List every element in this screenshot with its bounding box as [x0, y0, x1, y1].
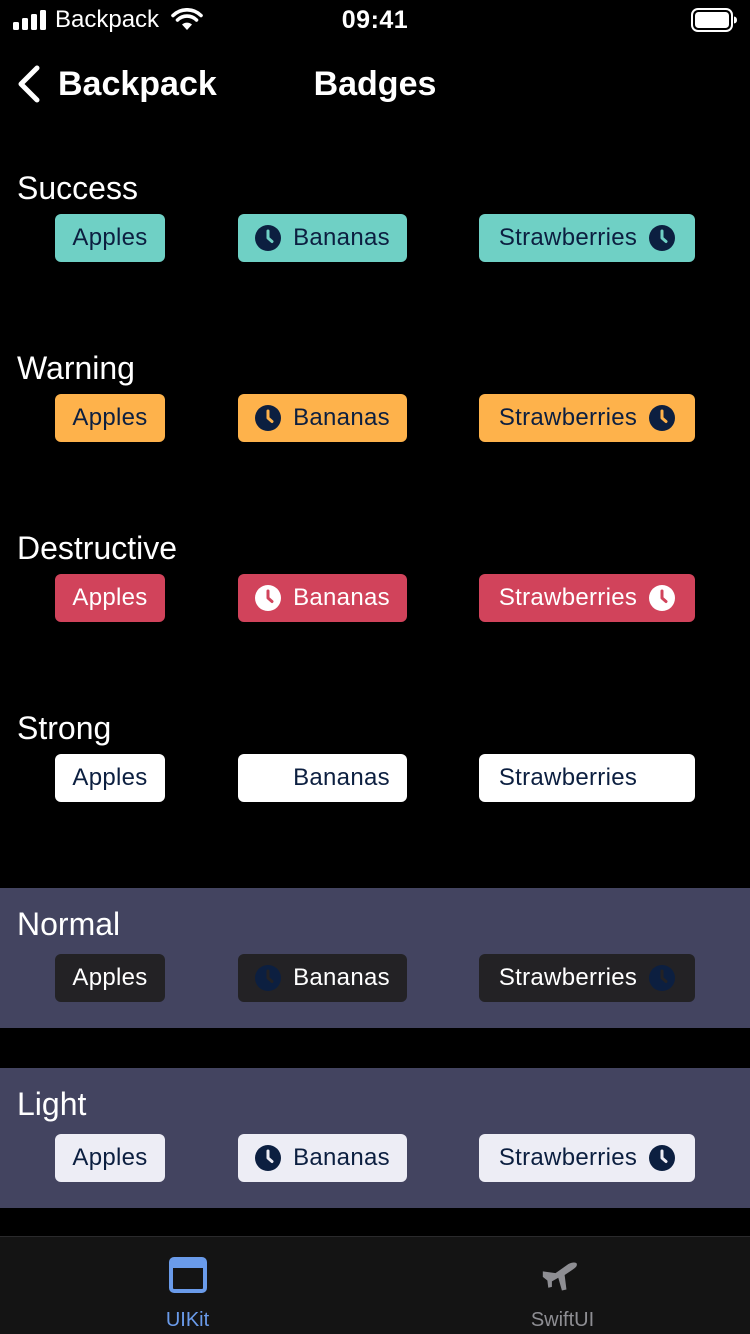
- section-title: Warning: [17, 350, 135, 386]
- badge-label: Apples: [72, 1144, 148, 1171]
- screen: Backpack 09:41 Backpack Badges Success A…: [0, 0, 750, 1334]
- tab-uikit[interactable]: UIKit: [0, 1237, 375, 1334]
- navigation-bar: Backpack Badges: [0, 40, 750, 128]
- badge-light-strawberries[interactable]: Strawberries: [479, 1134, 695, 1182]
- badge-label: Bananas: [293, 1144, 390, 1171]
- section-success: Success Apples Bananas Strawberries: [0, 168, 750, 308]
- badge-label: Bananas: [293, 224, 390, 251]
- clock-icon: [255, 965, 282, 991]
- badge-success-apples[interactable]: Apples: [55, 214, 165, 262]
- badge-warning-apples[interactable]: Apples: [55, 394, 165, 442]
- status-time: 09:41: [341, 6, 409, 34]
- badge-label: Bananas: [293, 964, 390, 991]
- tab-bar: UIKit SwiftUI: [0, 1236, 750, 1334]
- section-strong: Strong Apples Bananas Strawberries: [0, 708, 750, 848]
- badge-label: Apples: [72, 764, 148, 791]
- badge-label: Apples: [72, 584, 148, 611]
- badge-warning-bananas[interactable]: Bananas: [238, 394, 407, 442]
- badge-label: Bananas: [293, 584, 390, 611]
- badge-label: Strawberries: [498, 224, 638, 251]
- badge-label: Strawberries: [498, 404, 638, 431]
- section-light: Light Apples Bananas Strawberries: [0, 1068, 750, 1208]
- tab-swiftui[interactable]: SwiftUI: [375, 1237, 750, 1334]
- status-bar: Backpack 09:41: [0, 0, 750, 40]
- section-title: Destructive: [17, 530, 178, 566]
- clock-icon: [255, 765, 282, 791]
- tab-label: UIKit: [165, 1309, 210, 1331]
- badge-strong-strawberries[interactable]: Strawberries: [479, 754, 695, 802]
- badge-label: Strawberries: [498, 584, 638, 611]
- section-normal: Normal Apples Bananas Strawberries: [0, 888, 750, 1028]
- badge-strong-apples[interactable]: Apples: [55, 754, 165, 802]
- window-icon: [169, 1257, 207, 1293]
- section-destructive: Destructive Apples Bananas Strawberries: [0, 528, 750, 668]
- badge-normal-bananas[interactable]: Bananas: [238, 954, 407, 1002]
- badge-destructive-bananas[interactable]: Bananas: [238, 574, 407, 622]
- badge-label: Apples: [72, 964, 148, 991]
- section-title: Success: [17, 170, 138, 206]
- badge-light-apples[interactable]: Apples: [55, 1134, 165, 1182]
- section-title: Strong: [17, 710, 112, 746]
- badge-strong-bananas[interactable]: Bananas: [238, 754, 407, 802]
- clock-icon: [649, 585, 676, 611]
- badge-destructive-apples[interactable]: Apples: [55, 574, 165, 622]
- clock-icon: [649, 765, 676, 791]
- badge-label: Bananas: [293, 764, 390, 791]
- badge-label: Strawberries: [498, 964, 638, 991]
- section-warning: Warning Apples Bananas Strawberries: [0, 348, 750, 488]
- badge-warning-strawberries[interactable]: Strawberries: [479, 394, 695, 442]
- badge-destructive-strawberries[interactable]: Strawberries: [479, 574, 695, 622]
- clock-icon: [255, 405, 282, 431]
- badge-success-strawberries[interactable]: Strawberries: [479, 214, 695, 262]
- clock-icon: [255, 1145, 282, 1171]
- section-title: Normal: [17, 906, 121, 942]
- clock-icon: [255, 585, 282, 611]
- badge-label: Apples: [72, 224, 148, 251]
- section-title: Light: [17, 1086, 87, 1122]
- clock-icon: [649, 965, 676, 991]
- battery-icon: [691, 8, 737, 32]
- badge-normal-strawberries[interactable]: Strawberries: [479, 954, 695, 1002]
- clock-icon: [255, 225, 282, 251]
- badge-label: Strawberries: [498, 764, 638, 791]
- badge-light-bananas[interactable]: Bananas: [238, 1134, 407, 1182]
- badge-label: Apples: [72, 404, 148, 431]
- clock-icon: [649, 1145, 676, 1171]
- clock-icon: [649, 405, 676, 431]
- clock-icon: [649, 225, 676, 251]
- badge-label: Bananas: [293, 404, 390, 431]
- tab-label: SwiftUI: [530, 1309, 595, 1331]
- page-title: Badges: [313, 65, 437, 103]
- badge-label: Strawberries: [498, 1144, 638, 1171]
- badge-success-bananas[interactable]: Bananas: [238, 214, 407, 262]
- badge-normal-apples[interactable]: Apples: [55, 954, 165, 1002]
- airplane-icon: [542, 1262, 577, 1291]
